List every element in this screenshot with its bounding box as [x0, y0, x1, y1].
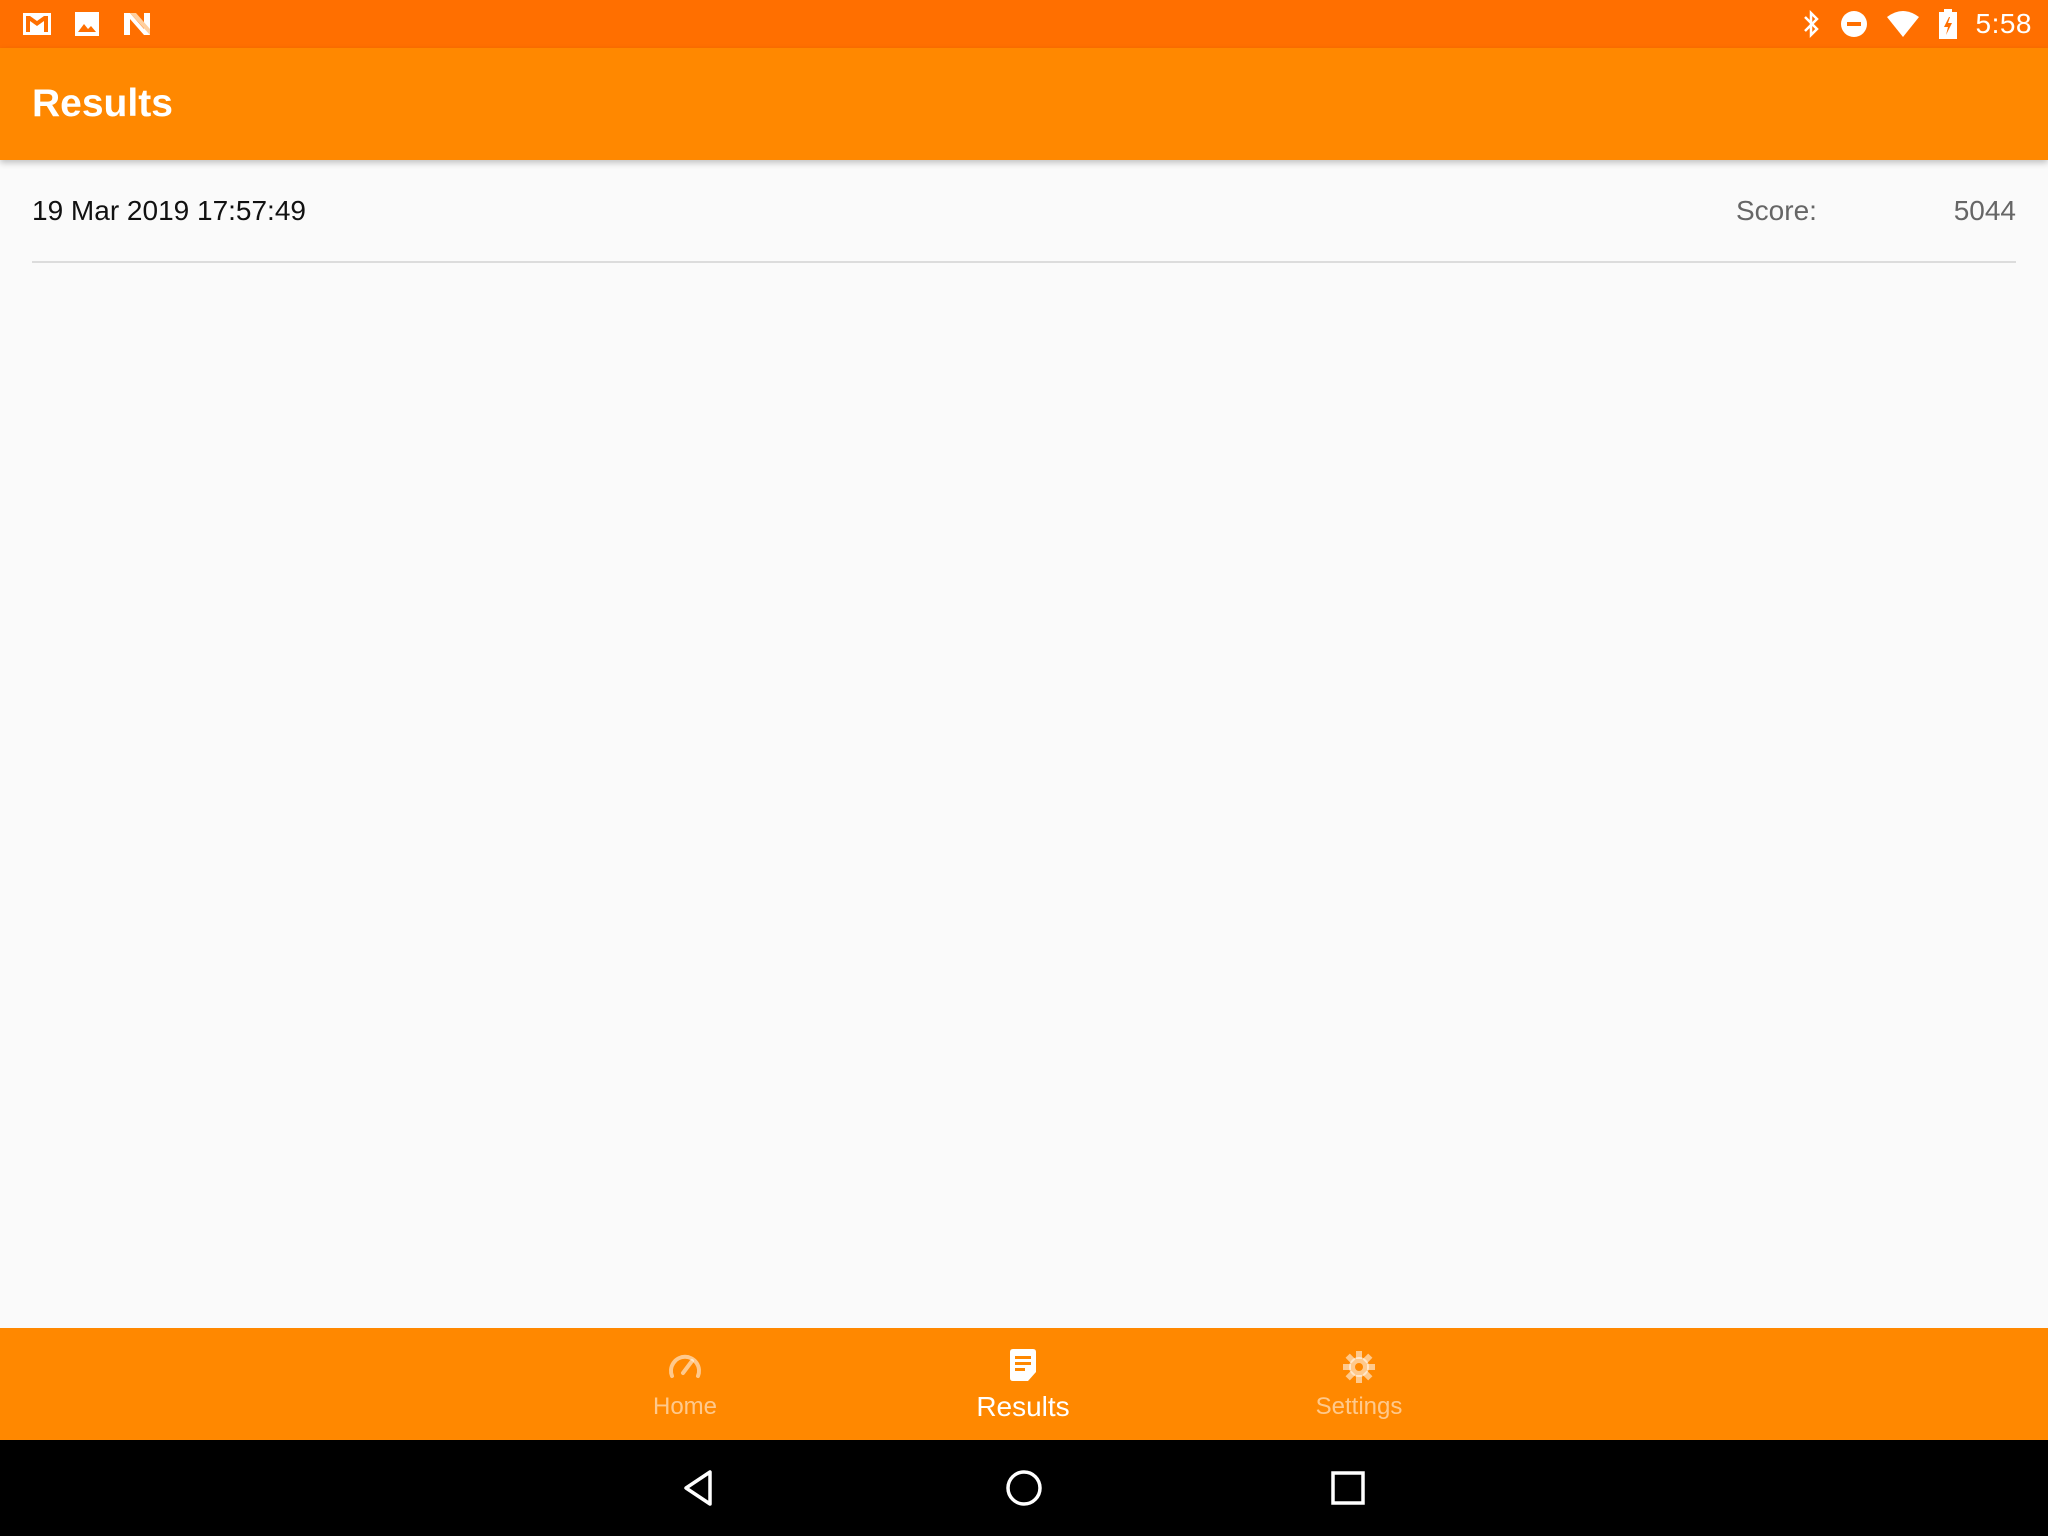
- gear-icon: [1342, 1347, 1376, 1387]
- results-list: 19 Mar 2019 17:57:49 Score: 5044: [0, 160, 2048, 1328]
- battery-charging-icon: [1938, 9, 1958, 39]
- status-right-icons: 5:58: [1802, 8, 2033, 40]
- result-row[interactable]: 19 Mar 2019 17:57:49 Score: 5044: [32, 160, 2016, 263]
- nav-item-results[interactable]: Results: [873, 1328, 1173, 1440]
- nav-item-home[interactable]: Home: [535, 1328, 835, 1440]
- status-time: 5:58: [1975, 8, 2032, 39]
- bottom-navigation: Home Results Settings: [0, 1328, 2048, 1440]
- document-icon: [1008, 1345, 1038, 1385]
- speedometer-icon: [667, 1347, 703, 1387]
- nav-item-settings[interactable]: Settings: [1209, 1328, 1509, 1440]
- wifi-icon: [1886, 10, 1920, 38]
- system-navigation-bar: [0, 1440, 2048, 1536]
- result-score-label: Score:: [1736, 194, 1817, 226]
- gmail-icon: [22, 12, 52, 36]
- status-bar: 5:58: [0, 0, 2048, 48]
- page-title: Results: [32, 82, 173, 125]
- nav-label-home: Home: [652, 1393, 718, 1420]
- result-score-value: 5044: [1953, 194, 2016, 226]
- result-date: 19 Mar 2019 17:57:49: [32, 194, 306, 226]
- notification-n-icon: [122, 11, 152, 37]
- status-left-icons: [22, 11, 152, 37]
- app-bar: Results: [0, 48, 2048, 160]
- photos-icon: [74, 11, 100, 37]
- home-circle-icon[interactable]: [1000, 1464, 1048, 1512]
- recents-icon[interactable]: [1324, 1464, 1372, 1512]
- nav-label-results: Results: [976, 1391, 1070, 1422]
- back-icon[interactable]: [676, 1464, 724, 1512]
- do-not-disturb-icon: [1840, 10, 1868, 38]
- screen: 5:58 Results 19 Mar 2019 17:57:49 Score:…: [0, 0, 2048, 1536]
- nav-label-settings: Settings: [1315, 1393, 1403, 1420]
- bluetooth-icon: [1802, 9, 1822, 39]
